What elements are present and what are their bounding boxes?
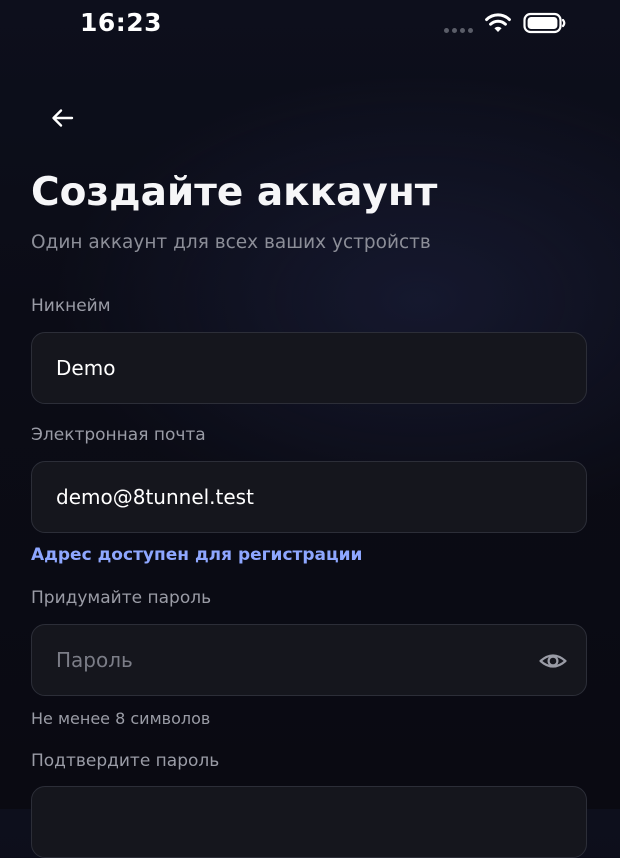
confirm-password-field[interactable] [31,786,587,858]
status-time: 16:23 [80,8,163,37]
password-input[interactable] [56,625,526,695]
password-label: Придумайте пароль [31,588,212,608]
eye-icon[interactable] [538,647,568,675]
battery-icon [523,12,566,34]
wifi-icon [485,13,511,32]
email-label: Электронная почта [31,425,206,445]
arrow-left-icon [52,109,74,127]
nickname-field[interactable] [31,332,587,404]
nickname-input[interactable] [56,333,526,403]
email-field[interactable] [31,461,587,533]
email-status-text: Адрес доступен для регистрации [31,545,363,565]
email-input[interactable] [56,462,526,532]
page-title: Создайте аккаунт [31,170,438,215]
confirm-password-input[interactable] [56,787,526,857]
page-subtitle: Один аккаунт для всех ваших устройств [31,232,431,253]
back-button[interactable] [44,100,80,136]
cellular-icon [444,28,473,33]
nickname-label: Никнейм [31,296,111,316]
password-hint: Не менее 8 символов [31,709,211,728]
password-field[interactable] [31,624,587,696]
confirm-password-label: Подтвердите пароль [31,751,220,771]
